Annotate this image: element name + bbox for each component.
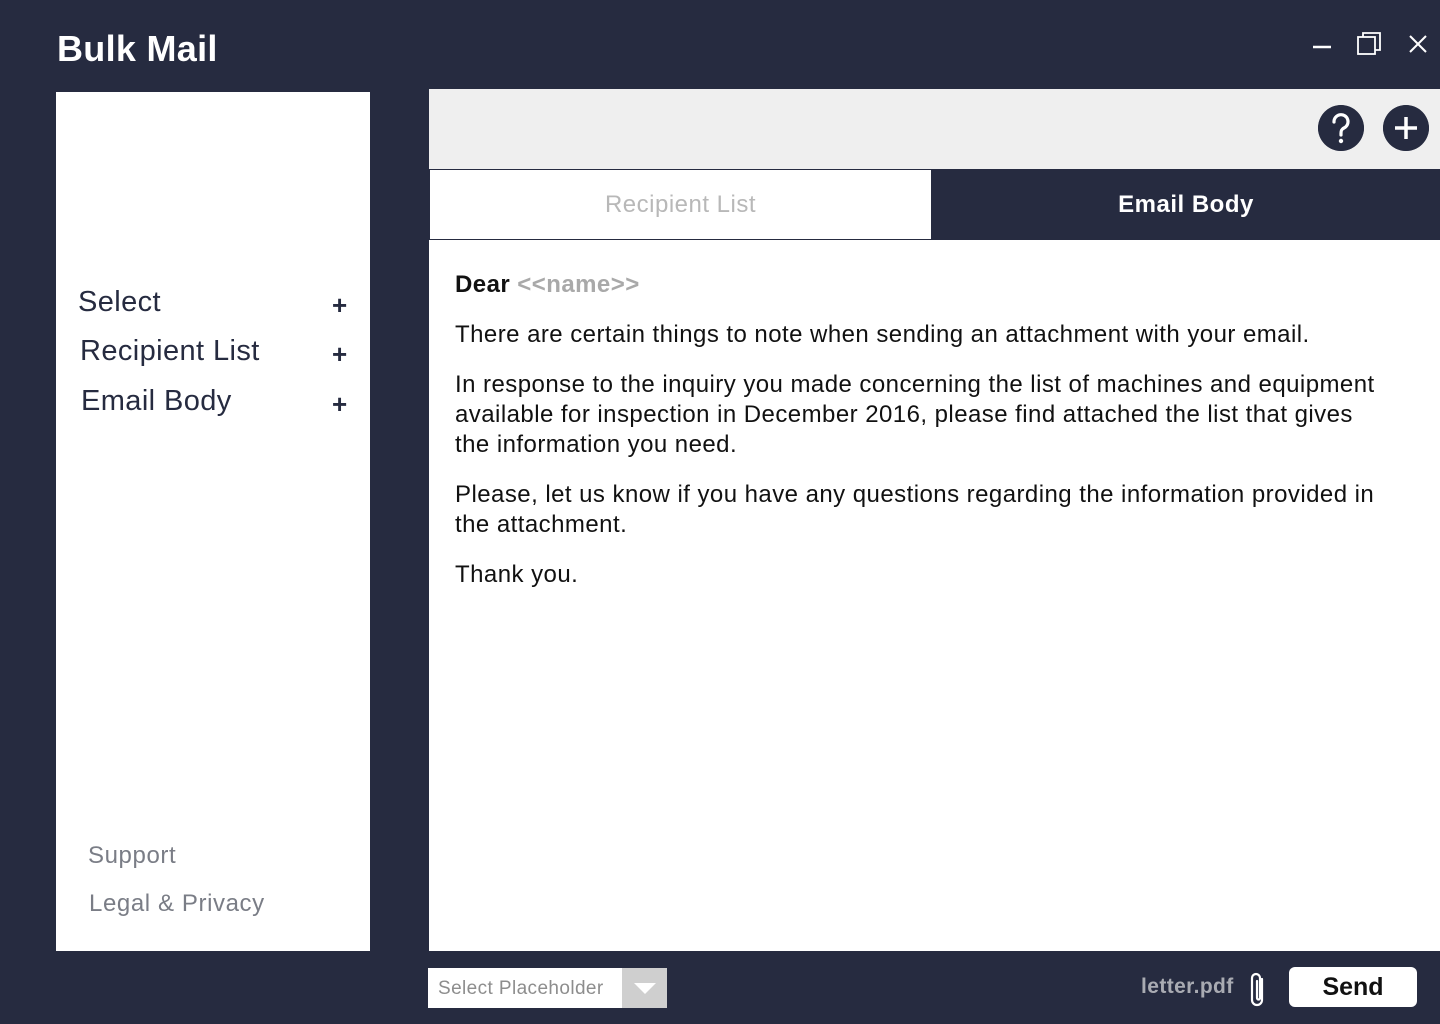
sidebar-item-label: Email Body (81, 385, 232, 417)
email-greeting: Dear <<name>> (455, 270, 1380, 300)
sidebar-item-label: Recipient List (80, 335, 260, 367)
sidebar-item-label: Select (78, 286, 161, 318)
paperclip-icon[interactable] (1247, 970, 1269, 1010)
tab-email-body[interactable]: Email Body (932, 169, 1440, 240)
app-title: Bulk Mail (57, 28, 218, 69)
expand-plus-icon[interactable]: + (332, 389, 347, 420)
sidebar-item-select[interactable]: Select + (56, 282, 370, 326)
email-paragraph: There are certain things to note when se… (455, 321, 1310, 348)
chevron-down-icon[interactable] (622, 968, 667, 1008)
support-link[interactable]: Support (88, 842, 176, 870)
sidebar-item-email-body[interactable]: Email Body + (56, 381, 370, 425)
expand-plus-icon[interactable]: + (332, 290, 347, 321)
greeting-word: Dear (455, 271, 511, 298)
email-paragraph: In response to the inquiry you made conc… (455, 371, 1375, 458)
placeholder-select-value: Select Placeholder (438, 978, 604, 999)
sidebar-item-recipient-list[interactable]: Recipient List + (56, 331, 370, 375)
legal-privacy-link[interactable]: Legal & Privacy (89, 890, 265, 918)
email-paragraph: Please, let us know if you have any ques… (455, 481, 1375, 538)
email-paragraph: Thank you. (455, 561, 579, 588)
tab-recipient-list[interactable]: Recipient List (429, 169, 932, 240)
placeholder-select[interactable]: Select Placeholder (428, 968, 667, 1008)
restore-icon[interactable] (1355, 30, 1383, 58)
plus-icon[interactable] (1383, 105, 1429, 151)
close-icon[interactable] (1404, 30, 1432, 58)
name-placeholder-token: <<name>> (517, 271, 640, 298)
email-body-editor[interactable]: Dear <<name>> There are certain things t… (429, 240, 1440, 951)
question-icon[interactable] (1318, 105, 1364, 151)
expand-plus-icon[interactable]: + (332, 339, 347, 370)
sidebar: Select + Recipient List + Email Body + S… (56, 92, 370, 951)
attachment-filename: letter.pdf (1141, 975, 1234, 998)
toolbar (429, 89, 1440, 169)
minimize-icon[interactable] (1308, 30, 1336, 58)
send-button[interactable]: Send (1289, 967, 1417, 1007)
